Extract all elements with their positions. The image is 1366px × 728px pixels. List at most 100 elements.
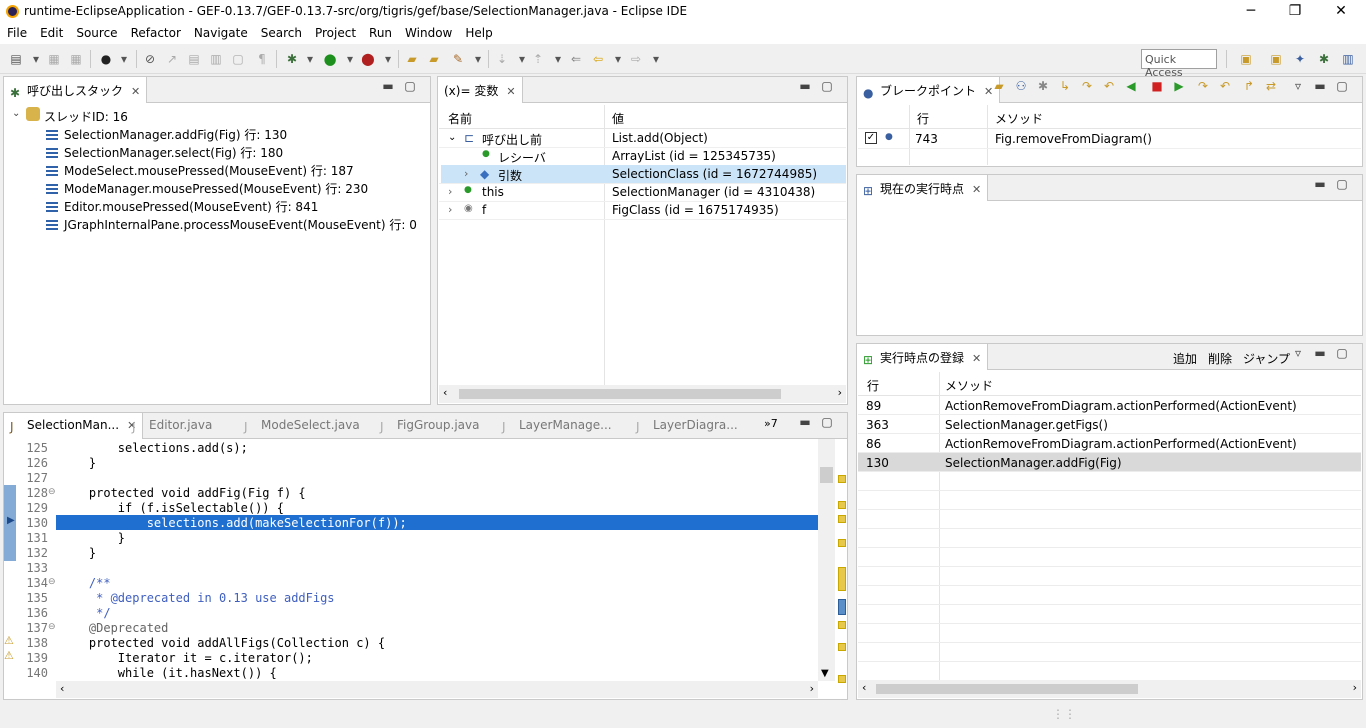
link-icon[interactable]: ⚇	[1013, 79, 1029, 97]
stack-frame[interactable]: SelectionManager.addFig(Fig) 行: 130	[46, 126, 287, 144]
scroll-right-icon[interactable]: ›	[810, 682, 814, 695]
prev-annotation-icon[interactable]: ⇡	[530, 51, 546, 67]
next-annotation-icon[interactable]: ⇣	[494, 51, 510, 67]
minimize-view-icon[interactable]: ▬	[1312, 177, 1328, 195]
minimize-view-icon[interactable]: ▬	[1312, 79, 1328, 97]
run-dropdown-icon[interactable]: ▾	[342, 51, 358, 67]
code-line[interactable]: protected void addAllFigs(Collection c) …	[60, 636, 385, 650]
horizontal-scrollbar[interactable]: ‹ ›	[439, 385, 846, 403]
step-return-icon[interactable]: ↶	[1101, 79, 1117, 97]
jump-icon[interactable]: ↱	[1241, 79, 1257, 97]
code-line[interactable]: if (f.isSelectable()) {	[60, 501, 284, 515]
stack-frame[interactable]: JGraphInternalPane.processMouseEvent(Mou…	[46, 216, 417, 234]
code-line[interactable]: @Deprecated	[60, 621, 168, 635]
search-icon[interactable]: ✎	[450, 51, 466, 67]
maximize-view-icon[interactable]: ▢	[402, 79, 418, 97]
debug-dropdown-icon[interactable]: ▾	[302, 51, 318, 67]
view-menu-icon[interactable]: ▿	[1290, 346, 1306, 364]
terminate-icon[interactable]: ▢	[230, 51, 246, 67]
close-icon[interactable]: ✕	[972, 352, 981, 365]
tab-selectionmanager[interactable]: J SelectionMan... ✕	[4, 413, 144, 439]
scroll-right-icon[interactable]: ›	[1353, 681, 1357, 694]
minimize-view-icon[interactable]: ▬	[380, 79, 396, 97]
other-perspective-icon[interactable]: ▥	[1340, 51, 1356, 67]
last-edit-icon[interactable]: ⇐	[568, 51, 584, 67]
java-perspective-icon[interactable]: ✦	[1292, 51, 1308, 67]
next-annotation-dropdown-icon[interactable]: ▾	[514, 51, 530, 67]
scroll-left-icon[interactable]: ‹	[862, 681, 866, 694]
quick-access-field[interactable]: Quick Access	[1141, 49, 1217, 79]
tab-breakpoints[interactable]: ● ブレークポイント ✕	[857, 77, 1001, 103]
tab-modeselect[interactable]: J ModeSelect.java	[238, 413, 366, 439]
close-icon[interactable]: ✕	[972, 183, 981, 196]
search-dropdown-icon[interactable]: ▾	[470, 51, 486, 67]
menu-source[interactable]: Source	[69, 24, 123, 40]
menu-help[interactable]: Help	[458, 24, 498, 40]
chevron-right-icon[interactable]: ›	[464, 167, 468, 180]
pilcrow-icon[interactable]: ¶	[254, 51, 270, 67]
menu-file[interactable]: File	[0, 24, 33, 40]
skip-breakpoints-icon[interactable]: ⊘	[142, 51, 158, 67]
close-button[interactable]: ✕	[1318, 0, 1364, 24]
chevron-down-icon[interactable]: ⌄	[12, 108, 20, 119]
vertical-scrollbar[interactable]: ▼	[818, 439, 835, 681]
registry-row[interactable]: 89 ActionRemoveFromDiagram.actionPerforme…	[858, 396, 1361, 415]
close-icon[interactable]: ✕	[131, 85, 140, 98]
code-line[interactable]: selections.add(s);	[60, 441, 248, 455]
menu-window[interactable]: Window	[398, 24, 458, 40]
stack-frame[interactable]: ModeManager.mousePressed(MouseEvent) 行: …	[46, 180, 368, 198]
fold-icon[interactable]: ⊖	[48, 487, 56, 497]
run-icon[interactable]: ●	[322, 51, 338, 67]
maximize-view-icon[interactable]: ▢	[1334, 79, 1350, 97]
more-tabs-button[interactable]: »7	[764, 417, 778, 430]
resource-perspective-icon[interactable]: ▣	[1268, 51, 1284, 67]
minimize-view-icon[interactable]: ▬	[797, 415, 813, 433]
minimize-view-icon[interactable]: ▬	[797, 79, 813, 97]
open-folder-icon[interactable]: ▰	[991, 79, 1007, 97]
menu-search[interactable]: Search	[254, 24, 308, 40]
save-icon[interactable]: ▦	[46, 51, 62, 67]
menu-project[interactable]: Project	[308, 24, 362, 40]
step-over-icon[interactable]: ↷	[1079, 79, 1095, 97]
breakpoint-enabled-checkbox[interactable]: ✓	[865, 132, 877, 144]
debug-icon[interactable]: ✱	[284, 51, 300, 67]
close-icon[interactable]: ✕	[506, 85, 515, 98]
registry-row[interactable]: 86 ActionRemoveFromDiagram.actionPerforme…	[858, 434, 1361, 453]
code-line[interactable]: }	[60, 456, 96, 470]
new-dropdown-icon[interactable]: ▾	[28, 51, 44, 67]
code-line[interactable]: while (it.hasNext()) {	[60, 666, 277, 680]
maximize-view-icon[interactable]: ▢	[819, 79, 835, 97]
code-line[interactable]: * @deprecated in 0.13 use addFigs	[60, 591, 334, 605]
view-menu-icon[interactable]: ▿	[1290, 79, 1306, 97]
chevron-right-icon[interactable]: ›	[448, 185, 452, 198]
fold-icon[interactable]: ⊖	[48, 622, 56, 632]
maximize-view-icon[interactable]: ▢	[1334, 346, 1350, 364]
prev-annotation-dropdown-icon[interactable]: ▾	[550, 51, 566, 67]
registry-row-selected[interactable]: 130 SelectionManager.addFig(Fig)	[858, 453, 1361, 472]
code-line[interactable]: }	[60, 546, 96, 560]
menu-refactor[interactable]: Refactor	[124, 24, 187, 40]
menu-edit[interactable]: Edit	[33, 24, 69, 40]
back-icon[interactable]: ⇦	[590, 51, 606, 67]
menu-run[interactable]: Run	[362, 24, 398, 40]
tab-registry[interactable]: ⊞ 実行時点の登録 ✕	[857, 344, 989, 370]
external-tools-icon[interactable]: ⬤	[360, 51, 376, 67]
column-header-line[interactable]: 行	[867, 377, 879, 394]
minimize-button[interactable]: ─	[1228, 0, 1274, 24]
jump-button[interactable]: ジャンプ	[1243, 350, 1290, 367]
debug-perspective-icon[interactable]: ✱	[1316, 51, 1332, 67]
tab-editor[interactable]: J Editor.java	[126, 413, 218, 439]
code-line-current[interactable]: selections.add(makeSelectionFor(f));	[60, 516, 407, 530]
tab-callstack[interactable]: ✱ 呼び出しスタック ✕	[4, 77, 148, 103]
step-over-icon[interactable]: ▤	[186, 51, 202, 67]
scroll-left-icon[interactable]: ‹	[60, 682, 64, 695]
horizontal-scrollbar[interactable]: ‹ ›	[56, 681, 818, 698]
scroll-down-icon[interactable]: ▼	[821, 668, 829, 679]
code-line[interactable]: protected void addFig(Fig f) {	[60, 486, 306, 500]
step-back-icon[interactable]: ↶	[1217, 79, 1233, 97]
column-header-line[interactable]: 行	[917, 110, 929, 127]
resume-back-icon[interactable]: ◀	[1123, 79, 1139, 97]
save-all-icon[interactable]: ▦	[68, 51, 84, 67]
tab-figgroup[interactable]: J FigGroup.java	[374, 413, 485, 439]
overview-ruler[interactable]	[836, 439, 846, 683]
